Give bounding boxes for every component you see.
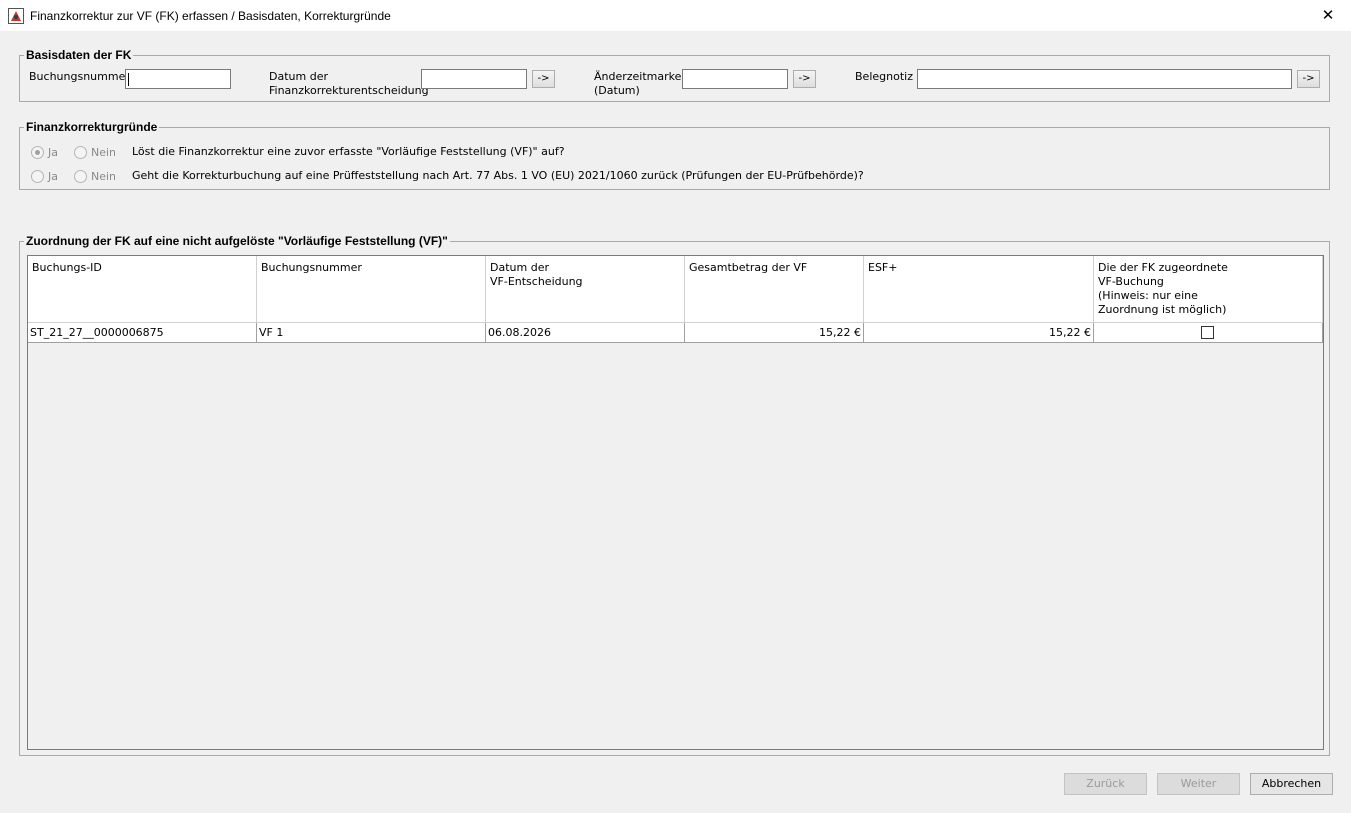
- text-caret: [128, 73, 129, 86]
- cell-zuordnung[interactable]: [1094, 323, 1323, 343]
- aenderung-input[interactable]: [682, 69, 788, 89]
- q1-ja-radio[interactable]: [31, 146, 44, 159]
- cell-datum[interactable]: 06.08.2026: [486, 323, 685, 343]
- header-datum[interactable]: Datum der VF-Entscheidung: [486, 256, 685, 323]
- aenderung-label-line2: (Datum): [594, 84, 640, 97]
- aenderung-label-line1: Änderzeitmarke: [594, 70, 682, 83]
- dialog-content: Basisdaten der FK Buchungsnummer Datum d…: [0, 31, 1351, 813]
- q2-text: Geht die Korrekturbuchung auf eine Prüff…: [132, 169, 864, 182]
- basisdaten-legend: Basisdaten der FK: [26, 48, 132, 62]
- close-icon[interactable]: ✕: [1305, 0, 1351, 31]
- zurueck-button[interactable]: Zurück: [1064, 773, 1147, 795]
- q1-text: Löst die Finanzkorrektur eine zuvor erfa…: [132, 145, 565, 158]
- header-zuordnung-line4: Zuordnung ist möglich): [1098, 303, 1227, 316]
- belegnotiz-input[interactable]: [917, 69, 1292, 89]
- q2-ja-radio[interactable]: [31, 170, 44, 183]
- header-buchungsnummer-label: Buchungsnummer: [261, 261, 362, 274]
- buchungsnummer-input[interactable]: [125, 69, 231, 89]
- q2-nein-label: Nein: [91, 170, 117, 183]
- datum-label-line1: Datum der: [269, 70, 328, 83]
- title-bar: Finanzkorrektur zur VF (FK) erfassen / B…: [0, 0, 1351, 31]
- weiter-button[interactable]: Weiter: [1157, 773, 1240, 795]
- header-gesamtbetrag-label: Gesamtbetrag der VF: [689, 261, 808, 274]
- header-datum-line1: Datum der: [490, 261, 549, 274]
- q1-ja-label: Ja: [48, 146, 58, 159]
- datum-input[interactable]: [421, 69, 527, 89]
- header-esf-label: ESF+: [868, 261, 898, 274]
- header-zuordnung-line2: VF-Buchung: [1098, 275, 1164, 288]
- datum-label-line2: Finanzkorrekturentscheidung: [269, 84, 429, 97]
- abbrechen-button[interactable]: Abbrechen: [1250, 773, 1333, 795]
- q2-ja-label: Ja: [48, 170, 58, 183]
- zuordnung-checkbox[interactable]: [1201, 326, 1214, 339]
- datum-arrow-button[interactable]: ->: [532, 70, 555, 88]
- header-zuordnung-line1: Die der FK zugeordnete: [1098, 261, 1228, 274]
- header-zuordnung-line3: (Hinweis: nur eine: [1098, 289, 1198, 302]
- cell-gesamtbetrag[interactable]: 15,22 €: [685, 323, 864, 343]
- cell-esf[interactable]: 15,22 €: [864, 323, 1094, 343]
- cell-buchungs-id[interactable]: ST_21_27__0000006875: [28, 323, 257, 343]
- aenderung-arrow-button[interactable]: ->: [793, 70, 816, 88]
- buchungsnummer-label: Buchungsnummer: [29, 70, 130, 83]
- header-gesamtbetrag[interactable]: Gesamtbetrag der VF: [685, 256, 864, 323]
- q1-nein-label: Nein: [91, 146, 117, 159]
- gruende-legend: Finanzkorrekturgründe: [26, 120, 158, 134]
- header-zuordnung[interactable]: Die der FK zugeordnete VF-Buchung (Hinwe…: [1094, 256, 1323, 323]
- belegnotiz-arrow-button[interactable]: ->: [1297, 70, 1320, 88]
- vf-table[interactable]: Buchungs-ID Buchungsnummer Datum der VF-…: [27, 255, 1324, 750]
- zuordnung-legend: Zuordnung der FK auf eine nicht aufgelös…: [26, 234, 448, 248]
- app-icon: [8, 8, 24, 24]
- header-esf[interactable]: ESF+: [864, 256, 1094, 323]
- cell-buchungsnummer[interactable]: VF 1: [257, 323, 486, 343]
- belegnotiz-label: Belegnotiz: [855, 70, 913, 83]
- header-buchungsnummer[interactable]: Buchungsnummer: [257, 256, 486, 323]
- header-datum-line2: VF-Entscheidung: [490, 275, 583, 288]
- header-buchungs-id-label: Buchungs-ID: [32, 261, 102, 274]
- q1-nein-radio[interactable]: [74, 146, 87, 159]
- q2-nein-radio[interactable]: [74, 170, 87, 183]
- window-title: Finanzkorrektur zur VF (FK) erfassen / B…: [30, 9, 391, 23]
- header-buchungs-id[interactable]: Buchungs-ID: [28, 256, 257, 323]
